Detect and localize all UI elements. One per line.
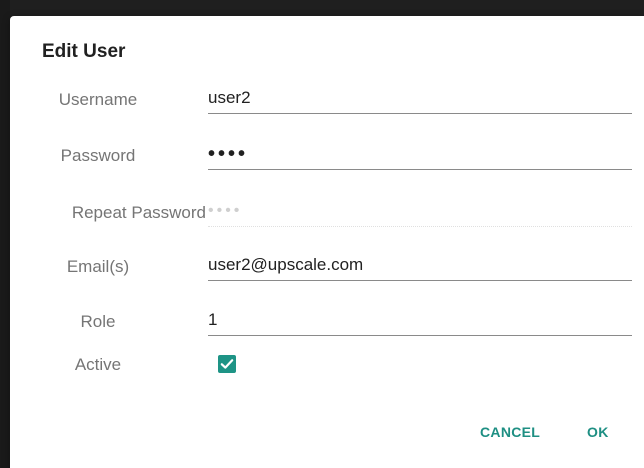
dialog-title: Edit User [42,41,126,62]
role-label: Role [80,312,116,331]
username-label: Username [58,90,138,109]
repeat-password-field: •••• [208,196,632,227]
role-row: Role 1 [10,304,644,344]
check-icon [220,359,234,369]
role-field[interactable]: 1 [208,305,632,336]
cancel-button[interactable]: CANCEL [480,424,540,440]
repeat-password-label: Repeat Password [71,203,206,222]
username-field[interactable]: user2 [208,83,632,114]
password-label: Password [60,146,136,165]
ok-button[interactable]: OK [587,424,609,440]
edit-user-dialog: Edit User Username user2 Password •••• R… [10,16,644,468]
password-row: Password •••• [10,138,644,178]
repeat-password-row: Repeat Password •••• [10,195,644,235]
emails-field[interactable]: user2@upscale.com [208,250,632,281]
active-checkbox[interactable] [218,355,236,373]
emails-row: Email(s) user2@upscale.com [10,249,644,289]
password-field[interactable]: •••• [208,139,632,170]
active-label: Active [74,355,122,374]
emails-label: Email(s) [66,257,130,276]
username-row: Username user2 [10,82,644,122]
active-row: Active [10,347,644,387]
backdrop-edge [0,0,10,468]
